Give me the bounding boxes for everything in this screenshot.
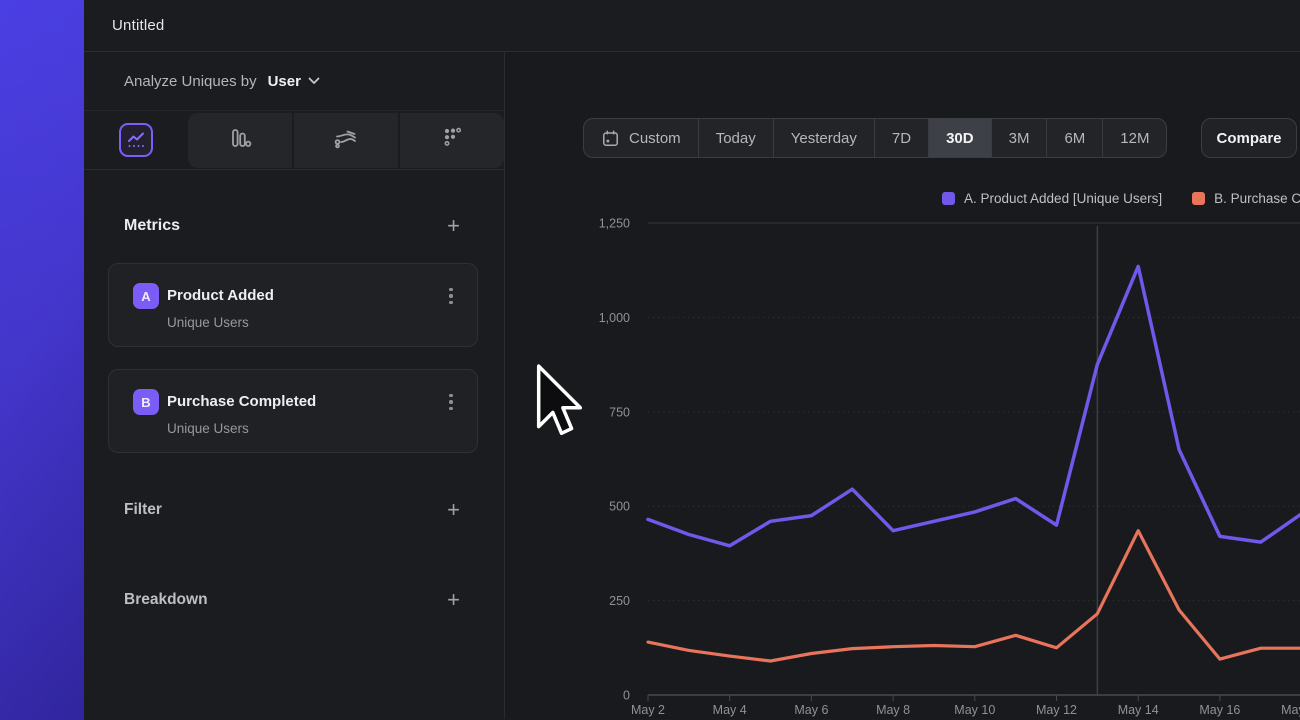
svg-text:500: 500 <box>609 500 630 514</box>
analyze-label: Analyze Uniques by <box>124 73 257 90</box>
add-breakdown-button[interactable]: + <box>447 589 460 611</box>
metric-measure[interactable]: Unique Users <box>167 315 249 330</box>
metrics-section-header: Metrics + <box>84 210 504 242</box>
metric-card-b[interactable]: B Purchase Completed Unique Users <box>108 369 478 453</box>
svg-text:1,000: 1,000 <box>599 311 630 325</box>
svg-text:May 8: May 8 <box>876 703 910 717</box>
metrics-title: Metrics <box>124 217 180 235</box>
metric-badge-b: B <box>133 389 159 415</box>
svg-text:May 12: May 12 <box>1036 703 1077 717</box>
svg-text:May 4: May 4 <box>713 703 747 717</box>
svg-text:May 18: May 18 <box>1281 703 1300 717</box>
chart-type-tabs <box>84 111 504 170</box>
metric-grid-icon <box>440 126 464 155</box>
metric-badge-a: A <box>133 283 159 309</box>
svg-text:May 2: May 2 <box>631 703 665 717</box>
metric-card-a[interactable]: A Product Added Unique Users <box>108 263 478 347</box>
gridlines <box>648 223 1300 701</box>
analyze-row: Analyze Uniques by User <box>84 52 504 111</box>
breakdown-title: Breakdown <box>124 591 208 609</box>
kebab-menu-icon[interactable] <box>441 286 461 306</box>
page: Untitled Analyze Uniques by User <box>0 0 1300 720</box>
analyze-entity-dropdown[interactable]: User <box>268 73 301 90</box>
top-header: Untitled <box>84 0 1300 52</box>
kebab-menu-icon[interactable] <box>441 392 461 412</box>
background-strip <box>0 0 84 720</box>
add-metric-button[interactable]: + <box>447 215 460 237</box>
tab-metric-grid[interactable] <box>398 113 504 168</box>
metric-measure[interactable]: Unique Users <box>167 421 249 436</box>
svg-text:May 14: May 14 <box>1118 703 1159 717</box>
filter-section-header: Filter + <box>84 495 504 525</box>
chart-type-tab-group <box>188 113 504 168</box>
flow-icon <box>333 126 359 155</box>
chevron-down-icon <box>308 77 320 85</box>
tab-bar-chart[interactable] <box>188 113 292 168</box>
metric-name[interactable]: Purchase Completed <box>167 393 316 410</box>
axis-labels: 0 250 500 750 1,000 1,250 May 2 May 4 May 6 May 8… <box>599 217 1300 718</box>
breakdown-section-header: Breakdown + <box>84 585 504 615</box>
chart-canvas[interactable]: 0 250 500 750 1,000 1,250 May 2 May 4 May 6 May 8… <box>505 52 1300 719</box>
chart-panel: CustomTodayYesterday7D30D3M6M12M Compare… <box>505 52 1300 719</box>
svg-text:May 16: May 16 <box>1199 703 1240 717</box>
add-filter-button[interactable]: + <box>447 499 460 521</box>
svg-text:0: 0 <box>623 689 630 703</box>
series-line-b <box>648 531 1300 661</box>
bar-chart-icon <box>228 126 252 155</box>
line-chart-icon <box>119 123 153 157</box>
svg-text:250: 250 <box>609 594 630 608</box>
tab-flow[interactable] <box>292 113 398 168</box>
svg-text:May 10: May 10 <box>954 703 995 717</box>
svg-text:750: 750 <box>609 405 630 419</box>
tab-line-chart[interactable] <box>84 111 188 169</box>
metric-name[interactable]: Product Added <box>167 287 274 304</box>
svg-text:1,250: 1,250 <box>599 217 630 231</box>
series-line-a <box>648 266 1300 545</box>
app-window: Untitled Analyze Uniques by User <box>84 0 1300 720</box>
svg-text:May 6: May 6 <box>794 703 828 717</box>
report-title[interactable]: Untitled <box>112 17 164 34</box>
filter-title: Filter <box>124 501 162 519</box>
sidebar: Analyze Uniques by User <box>84 52 505 719</box>
